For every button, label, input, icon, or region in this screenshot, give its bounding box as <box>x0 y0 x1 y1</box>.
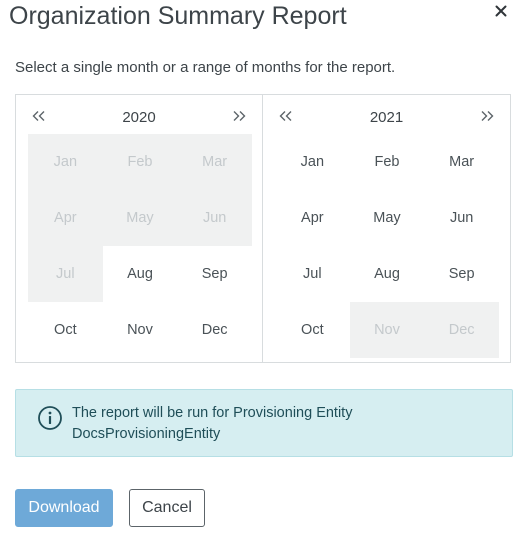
month-cell[interactable]: Nov <box>103 302 178 358</box>
year-label: 2021 <box>369 109 404 126</box>
calendar-panel-left: 2020 Jan Feb Mar Apr May Jun Jul Aug Sep Oct Nov De… <box>16 95 263 362</box>
month-cell[interactable]: Feb <box>350 134 425 190</box>
download-button[interactable]: Download <box>15 489 113 527</box>
month-cell[interactable]: Sep <box>177 246 252 302</box>
info-icon <box>37 405 63 431</box>
month-cell[interactable]: Jun <box>424 190 499 246</box>
year-label: 2020 <box>122 109 156 126</box>
month-cell[interactable]: Aug <box>103 246 178 302</box>
month-cell[interactable]: May <box>350 190 425 246</box>
month-cell: Dec <box>424 302 499 358</box>
month-cell: Jan <box>28 134 103 190</box>
month-cell: Apr <box>28 190 103 246</box>
next-year-button[interactable] <box>228 108 250 128</box>
close-icon <box>495 5 507 17</box>
month-cell[interactable]: Dec <box>177 302 252 358</box>
organization-summary-report-dialog: Organization Summary Report Select a sin… <box>0 0 520 535</box>
dialog-title: Organization Summary Report <box>9 2 347 30</box>
month-grid: Jan Feb Mar Apr May Jun Jul Aug Sep Oct Nov Dec <box>28 134 252 358</box>
info-line: The report will be run for Provisioning … <box>72 405 353 421</box>
month-cell[interactable]: Aug <box>350 246 425 302</box>
info-message: The report will be run for Provisioning … <box>72 403 492 445</box>
close-button[interactable] <box>490 0 512 22</box>
panel-header: 2021 <box>263 108 510 128</box>
calendar-panel-right: 2021 Jan Feb Mar Apr May Jun Jul Aug Sep Oct Nov De… <box>263 95 510 362</box>
month-cell: Jul <box>28 246 103 302</box>
month-grid: Jan Feb Mar Apr May Jun Jul Aug Sep Oct Nov Dec <box>275 134 499 358</box>
instructions-text: Select a single month or a range of mont… <box>15 59 396 76</box>
month-cell: Mar <box>177 134 252 190</box>
month-cell: Feb <box>102 134 178 190</box>
month-cell[interactable]: Apr <box>275 190 350 246</box>
month-cell[interactable]: Jul <box>275 246 350 302</box>
month-cell: Jun <box>177 190 252 246</box>
month-cell[interactable]: Jan <box>275 134 350 190</box>
double-chevron-right-icon <box>480 109 494 127</box>
month-cell[interactable]: Oct <box>28 302 103 358</box>
cancel-button[interactable]: Cancel <box>129 489 205 527</box>
double-chevron-right-icon <box>232 109 246 127</box>
month-range-picker: 2020 Jan Feb Mar Apr May Jun Jul Aug Sep Oct Nov De… <box>15 94 511 363</box>
next-year-button[interactable] <box>476 108 498 128</box>
month-cell[interactable]: Mar <box>424 134 499 190</box>
month-cell: May <box>102 190 178 246</box>
month-cell[interactable]: Oct <box>275 302 350 358</box>
month-cell[interactable]: Sep <box>424 246 499 302</box>
info-alert: The report will be run for Provisioning … <box>15 389 513 457</box>
month-cell: Nov <box>349 302 425 358</box>
panel-header: 2020 <box>16 108 262 128</box>
info-line: DocsProvisioningEntity <box>72 426 221 442</box>
